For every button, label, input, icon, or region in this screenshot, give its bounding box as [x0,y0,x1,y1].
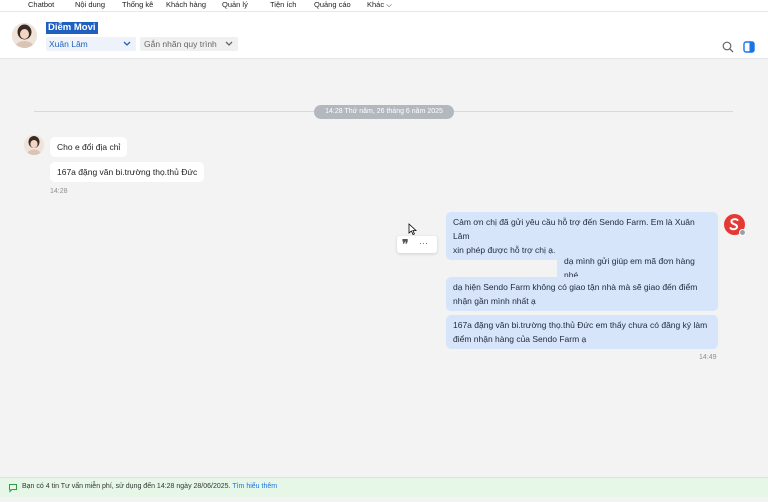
top-nav: Chatbot Nội dung Thống kê Khách hàng Quả… [0,0,768,12]
chevron-down-icon: ⌵ [386,0,392,9]
message-time: 14:49 [699,354,717,361]
mouse-cursor-icon [408,223,418,236]
notice-text-wrapper: Bạn có 4 tin Tư vấn miễn phí, sử dụng đế… [22,483,277,490]
chevron-down-icon [123,37,131,55]
side-panel-icon[interactable] [742,40,756,54]
message-line: dạ hiện Sendo Farm không có giao tận nhà… [453,282,698,292]
message-line: 167a đặng văn bi.trường thọ.thủ Đức em t… [453,320,708,330]
customer-avatar[interactable] [12,23,37,48]
customer-avatar-small[interactable] [24,135,44,155]
nav-item-content[interactable]: Nội dung [75,0,105,10]
process-label-select[interactable]: Gắn nhãn quy trình [140,37,238,51]
message-line: điểm nhận hàng của Sendo Farm ạ [453,334,587,344]
incoming-message[interactable]: 167a đặng văn bi.trường thọ.thủ Đức [50,162,205,182]
search-icon[interactable] [721,40,735,54]
nav-item-more-label: Khác [367,0,385,9]
notice-text: Bạn có 4 tin Tư vấn miễn phí, sử dụng đế… [22,483,231,490]
message-line: nhận gần mình nhất ạ [453,296,536,306]
assignee-value: Xuân Lâm [49,39,88,49]
agent-avatar[interactable] [724,214,746,236]
date-separator: 14:28 Thứ năm, 26 tháng 6 năm 2025 [314,105,454,119]
nav-item-more[interactable]: Khác ⌵ [367,0,392,10]
agent-status-badge [739,229,746,236]
nav-item-stats[interactable]: Thống kê [122,0,153,10]
free-message-notice: Bạn có 4 tin Tư vấn miễn phí, sử dụng đế… [0,477,768,497]
chat-bubble-icon [8,483,18,493]
message-toolbar: ❞ ··· [397,236,437,253]
incoming-message[interactable]: Cho e đổi địa chỉ [50,137,128,157]
process-label-placeholder: Gắn nhãn quy trình [144,39,217,49]
outgoing-message[interactable]: 167a đặng văn bi.trường thọ.thủ Đức em t… [446,315,718,349]
nav-item-manage[interactable]: Quản lý [222,0,248,10]
outgoing-message[interactable]: dạ hiện Sendo Farm không có giao tận nhà… [446,277,718,311]
customer-name[interactable]: Diễm Movi [46,22,98,34]
learn-more-link[interactable]: Tìm hiểu thêm [232,483,277,490]
nav-item-chatbot[interactable]: Chatbot [28,0,54,10]
assignee-select[interactable]: Xuân Lâm [46,37,136,51]
nav-item-utilities[interactable]: Tiện ích [270,0,296,10]
message-line: Cảm ơn chị đã gửi yêu cầu hỗ trợ đến Sen… [453,217,695,241]
conversation-header: Diễm Movi Xuân Lâm Gắn nhãn quy trình [0,12,768,59]
quote-icon[interactable]: ❞ [402,237,408,251]
nav-item-customers[interactable]: Khách hàng [166,0,206,10]
more-icon[interactable]: ··· [419,238,428,248]
message-time: 14:28 [50,188,68,195]
chevron-down-icon [225,37,233,55]
nav-item-ads[interactable]: Quảng cáo [314,0,351,10]
